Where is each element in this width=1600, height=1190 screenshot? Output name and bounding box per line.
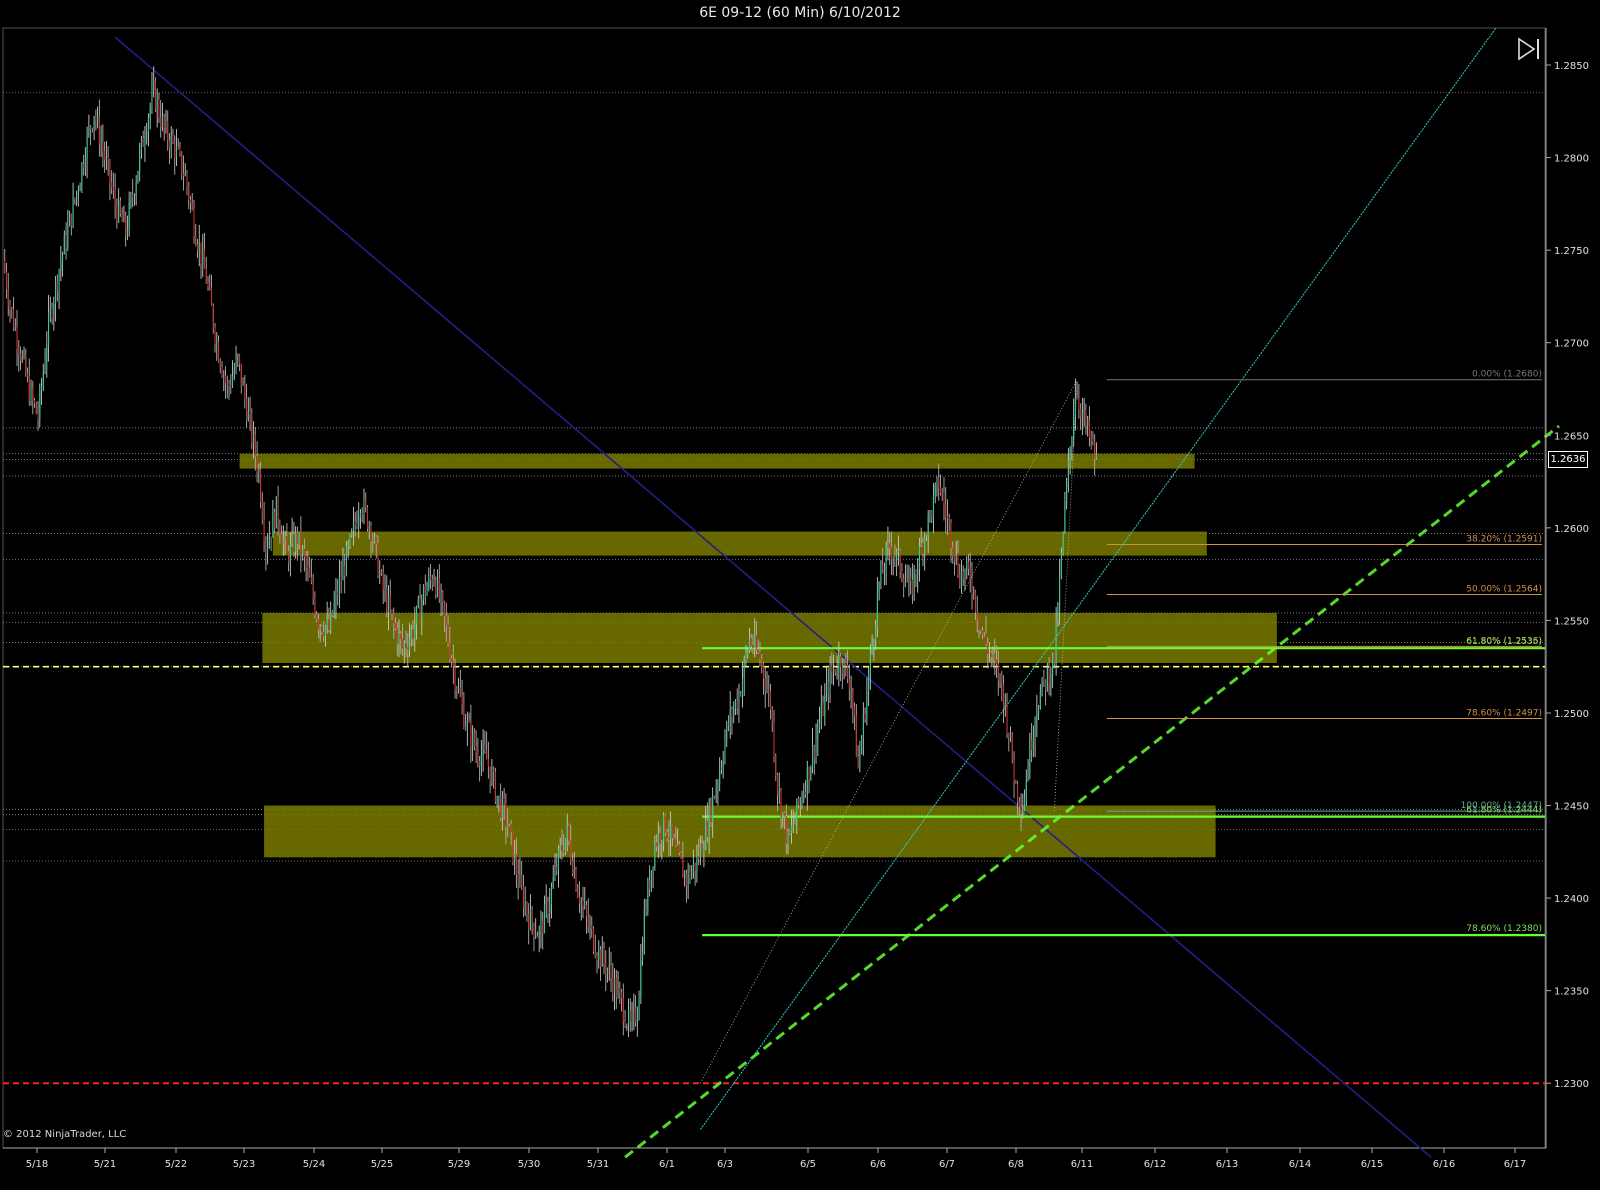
fib-green-label: 61.80% (1.2535) — [1466, 637, 1542, 647]
fib-green-label: 61.80% (1.2444) — [1466, 806, 1542, 816]
x-tick-label: 6/13 — [1216, 1159, 1238, 1170]
x-tick-label: 6/5 — [800, 1159, 816, 1170]
x-tick-label: 6/1 — [659, 1159, 675, 1170]
x-tick-label: 6/12 — [1144, 1159, 1166, 1170]
x-tick-label: 6/14 — [1289, 1159, 1311, 1170]
y-tick-label: 1.2500 — [1554, 709, 1589, 720]
x-tick-label: 5/29 — [448, 1159, 470, 1170]
y-tick-label: 1.2550 — [1554, 616, 1589, 627]
x-tick-label: 6/6 — [870, 1159, 886, 1170]
x-tick-label: 5/30 — [518, 1159, 540, 1170]
x-tick-label: 5/22 — [165, 1159, 187, 1170]
trendline-fib-anchor — [700, 379, 1078, 1084]
support-resistance-zone — [264, 805, 1216, 858]
y-tick-label: 1.2450 — [1554, 802, 1589, 813]
fib-level-label: 0.00% (1.2680) — [1472, 370, 1542, 380]
y-tick-label: 1.2650 — [1554, 431, 1589, 442]
y-tick-label: 1.2850 — [1554, 61, 1589, 72]
fib-green-label: 78.60% (1.2380) — [1466, 924, 1542, 934]
x-tick-label: 5/25 — [371, 1159, 393, 1170]
chart-window: 6E 09-12 (60 Min) 6/10/2012 0.00% (1.268… — [0, 0, 1600, 1190]
x-tick-label: 5/18 — [26, 1159, 48, 1170]
x-tick-label: 5/21 — [94, 1159, 116, 1170]
fib-level-label: 78.60% (1.2497) — [1466, 709, 1542, 719]
trendline-uptrend-cyan — [699, 27, 1497, 1130]
y-tick-label: 1.2350 — [1554, 987, 1589, 998]
y-tick-label: 1.2800 — [1554, 154, 1589, 165]
fib-level-label: 50.00% (1.2564) — [1466, 584, 1542, 594]
last-price-marker: 1.2636 — [1548, 451, 1588, 468]
price-chart[interactable]: 0.00% (1.2680) 38.20% (1.2591) 50.00% (1.2… — [0, 0, 1600, 1190]
y-tick-label: 1.2750 — [1554, 246, 1589, 257]
y-tick-label: 1.2600 — [1554, 524, 1589, 535]
plot-frame — [2, 27, 1546, 1149]
fib-level-label: 38.20% (1.2591) — [1466, 534, 1542, 544]
x-tick-label: 6/11 — [1071, 1159, 1093, 1170]
x-tick-label: 6/16 — [1433, 1159, 1455, 1170]
x-tick-label: 6/17 — [1504, 1159, 1526, 1170]
x-tick-label: 6/8 — [1008, 1159, 1024, 1170]
y-tick-label: 1.2400 — [1554, 894, 1589, 905]
x-tick-label: 5/31 — [587, 1159, 609, 1170]
y-tick-label: 1.2300 — [1554, 1079, 1589, 1090]
x-tick-label: 6/7 — [939, 1159, 955, 1170]
copyright-notice: © 2012 NinjaTrader, LLC — [3, 1129, 127, 1140]
skip-to-end-icon[interactable] — [1515, 36, 1543, 62]
x-tick-label: 6/3 — [717, 1159, 733, 1170]
trendline-downtrend — [114, 36, 1432, 1158]
support-resistance-zone — [239, 453, 1195, 469]
x-tick-label: 5/23 — [233, 1159, 255, 1170]
x-tick-label: 6/15 — [1361, 1159, 1383, 1170]
x-tick-label: 5/24 — [303, 1159, 325, 1170]
support-resistance-zone — [272, 531, 1207, 556]
y-tick-label: 1.2700 — [1554, 339, 1589, 350]
